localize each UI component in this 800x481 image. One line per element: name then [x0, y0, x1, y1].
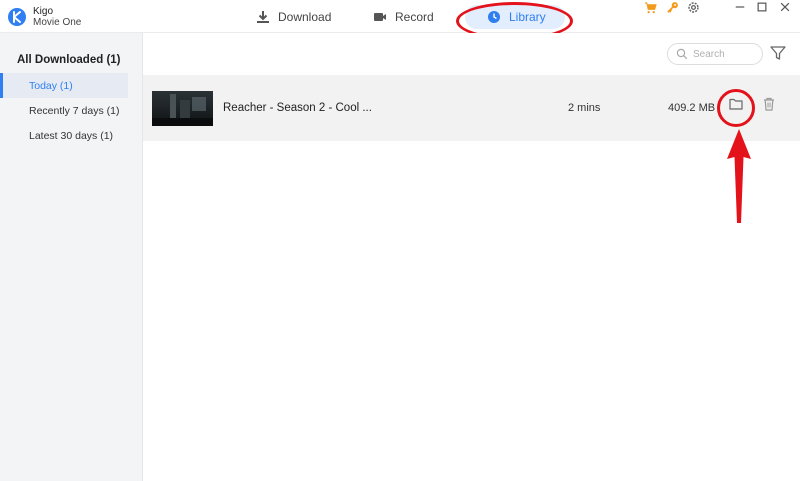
- maximize-icon[interactable]: [755, 0, 769, 14]
- close-icon[interactable]: [778, 0, 792, 14]
- video-thumbnail: [152, 91, 213, 126]
- gear-icon[interactable]: [686, 0, 700, 14]
- sidebar-item-today[interactable]: Today (1): [0, 73, 128, 98]
- tab-download[interactable]: Download: [256, 0, 331, 33]
- sidebar-heading[interactable]: All Downloaded (1): [17, 54, 121, 66]
- tab-record-label: Record: [395, 9, 434, 24]
- download-icon: [257, 10, 269, 23]
- trash-icon[interactable]: [761, 96, 777, 112]
- video-duration: 2 mins: [568, 102, 601, 114]
- video-camera-icon: [374, 12, 386, 21]
- search-icon: [676, 48, 688, 60]
- filter-icon[interactable]: [769, 44, 787, 62]
- sidebar-item-recent-7-days[interactable]: Recently 7 days (1): [0, 98, 128, 123]
- app-subtitle: Movie One: [33, 17, 82, 28]
- main-panel: Reacher - Season 2 - Cool ... 2 mins 409…: [143, 33, 800, 481]
- library-row[interactable]: Reacher - Season 2 - Cool ... 2 mins 409…: [143, 75, 800, 141]
- search-input[interactable]: [693, 48, 755, 60]
- sidebar-item-latest-30-days[interactable]: Latest 30 days (1): [0, 123, 128, 148]
- video-size: 409.2 MB: [668, 102, 716, 114]
- cart-icon[interactable]: [643, 0, 657, 14]
- search-box[interactable]: [667, 43, 763, 65]
- tab-download-label: Download: [278, 9, 332, 24]
- key-icon[interactable]: [665, 0, 679, 14]
- sidebar: All Downloaded (1) Today (1) Recently 7 …: [0, 33, 143, 481]
- clock-icon: [488, 10, 500, 23]
- minimize-icon[interactable]: [733, 0, 747, 14]
- app-name: Kigo: [33, 6, 54, 17]
- tab-library-label: Library: [509, 9, 546, 24]
- tab-library[interactable]: Library: [487, 0, 546, 33]
- folder-icon[interactable]: [728, 96, 744, 112]
- kigo-logo-icon: [8, 8, 26, 26]
- video-title: Reacher - Season 2 - Cool ...: [223, 102, 372, 114]
- title-bar: Kigo Movie One Download Record Library: [0, 0, 800, 40]
- tab-record[interactable]: Record: [373, 0, 434, 33]
